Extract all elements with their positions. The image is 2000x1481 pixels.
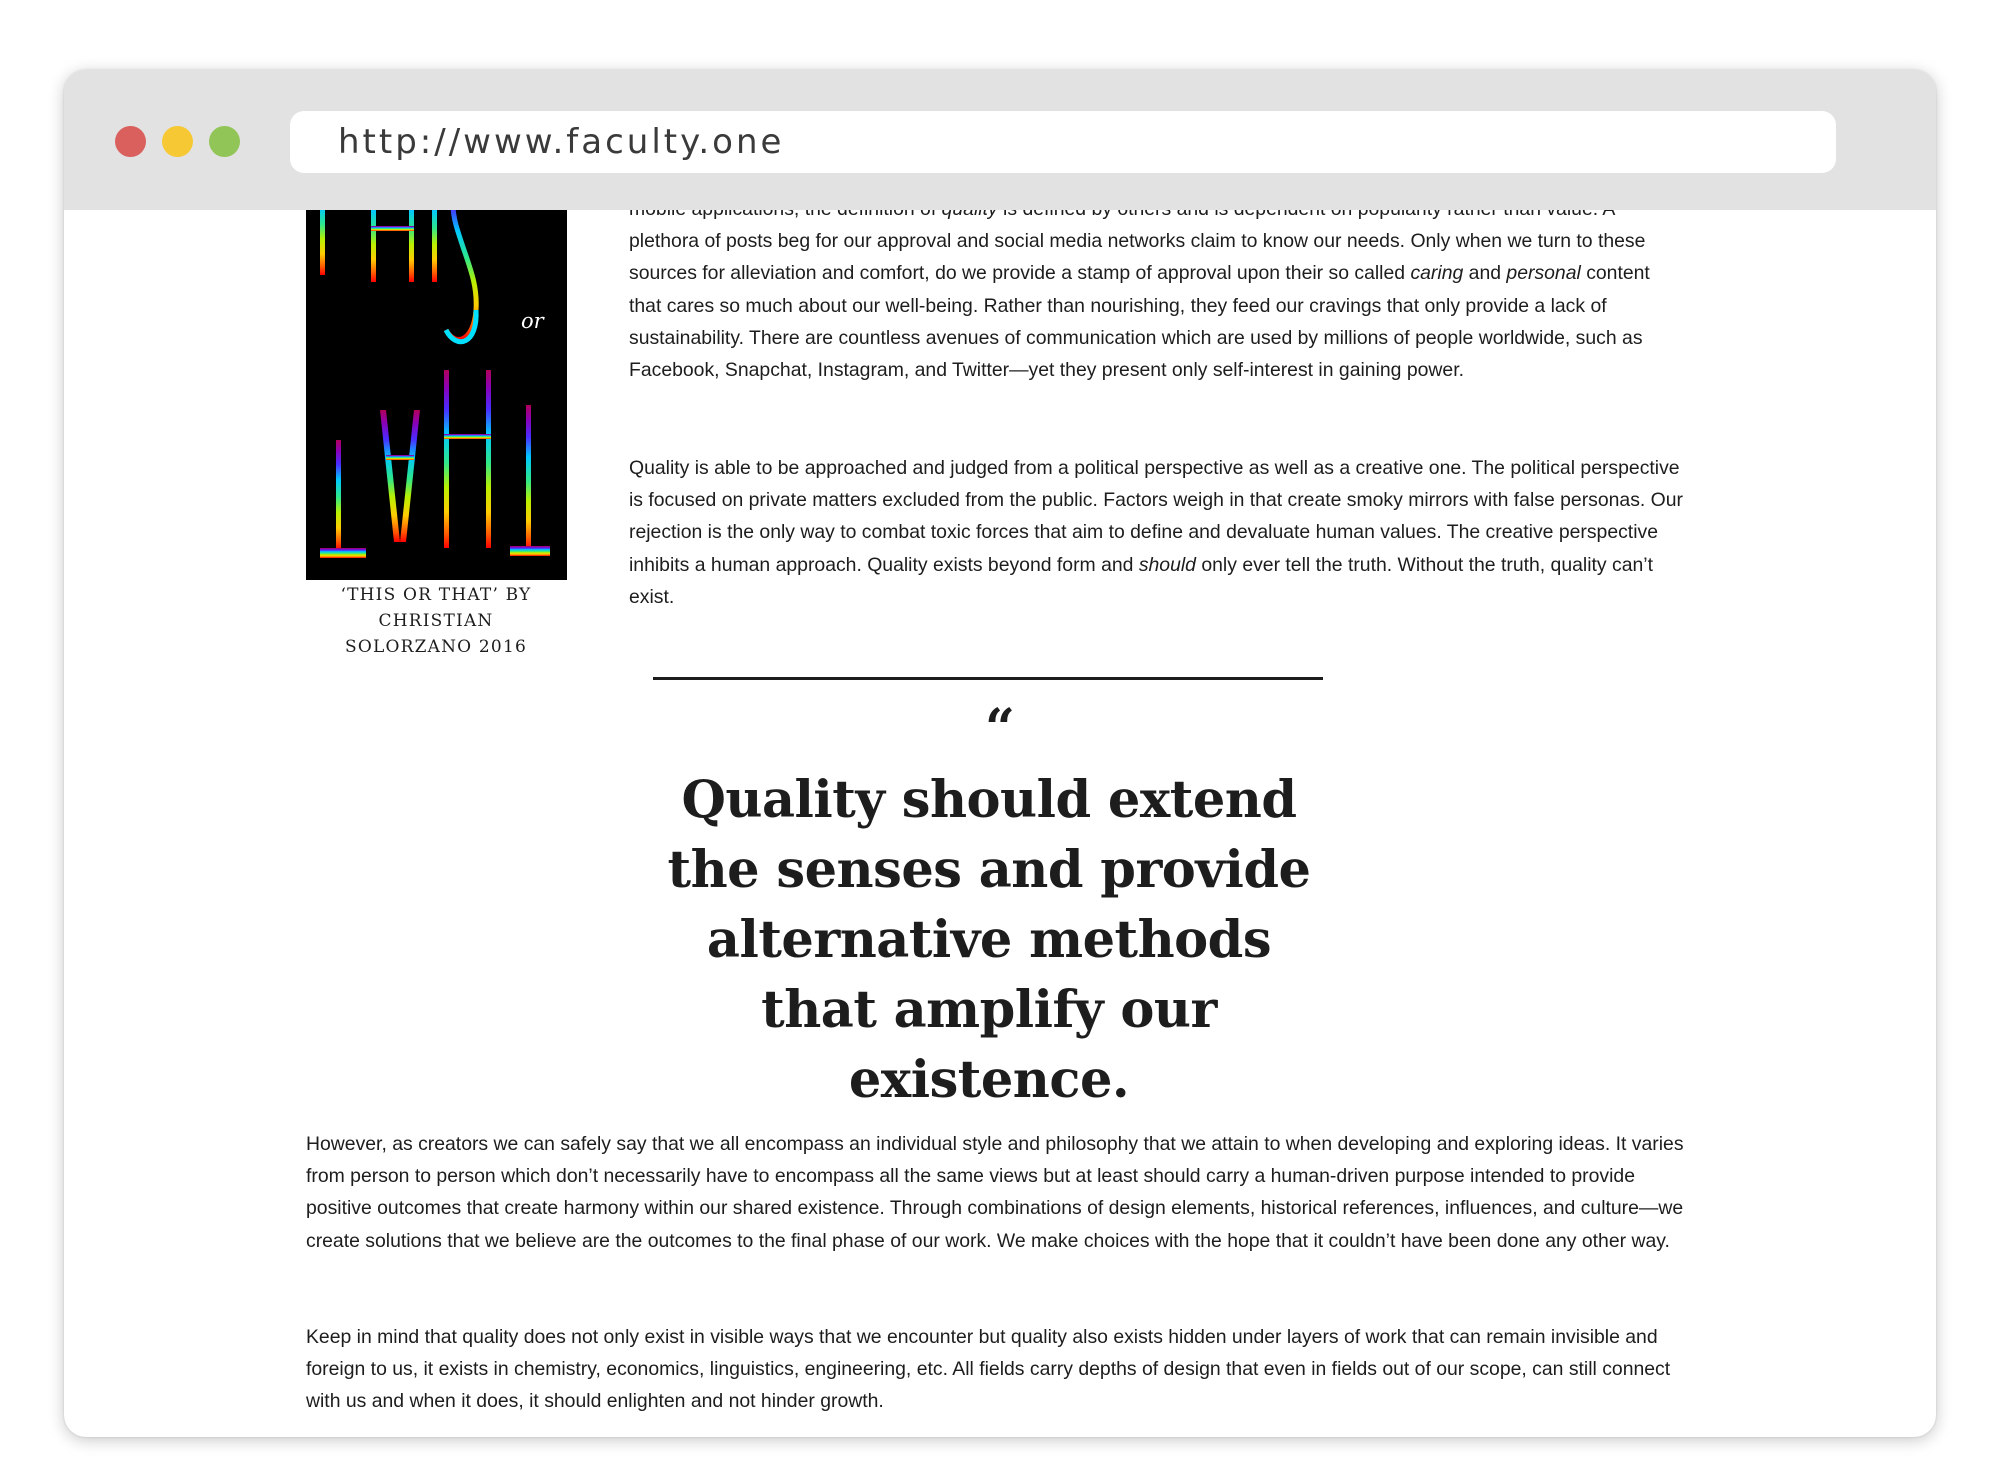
pull-quote: Quality should extend the senses and pro… <box>667 770 1311 1110</box>
browser-window: or ‘THIS OR THAT’ BY CHRISTIAN SOLORZANO… <box>64 70 1936 1437</box>
page-content: or ‘THIS OR THAT’ BY CHRISTIAN SOLORZANO… <box>64 70 1936 1437</box>
article-paragraph: Keep in mind that quality does not only … <box>306 1326 1671 1413</box>
quote-mark: “ <box>985 698 1015 759</box>
maximize-window-button[interactable] <box>209 126 240 157</box>
caption-line: SOLORZANO 2016 <box>345 637 527 657</box>
browser-chrome: http://www.faculty.one <box>64 70 1936 210</box>
poster-or-text: or <box>521 309 546 333</box>
figure-caption: ‘THIS OR THAT’ BY CHRISTIAN SOLORZANO 20… <box>288 582 584 660</box>
caption-line: ‘THIS OR THAT’ BY CHRISTIAN <box>340 585 532 631</box>
address-bar[interactable]: http://www.faculty.one <box>290 111 1836 173</box>
quote-divider <box>653 677 1323 680</box>
poster-image: or <box>306 170 567 580</box>
article-paragraph: Quality is able to be approached and jud… <box>629 457 1683 608</box>
close-window-button[interactable] <box>115 126 146 157</box>
minimize-window-button[interactable] <box>162 126 193 157</box>
article-paragraph: However, as creators we can safely say t… <box>306 1133 1684 1252</box>
article-paragraph: mobile applications, the definition of q… <box>629 198 1650 382</box>
url-text[interactable]: http://www.faculty.one <box>338 111 784 173</box>
